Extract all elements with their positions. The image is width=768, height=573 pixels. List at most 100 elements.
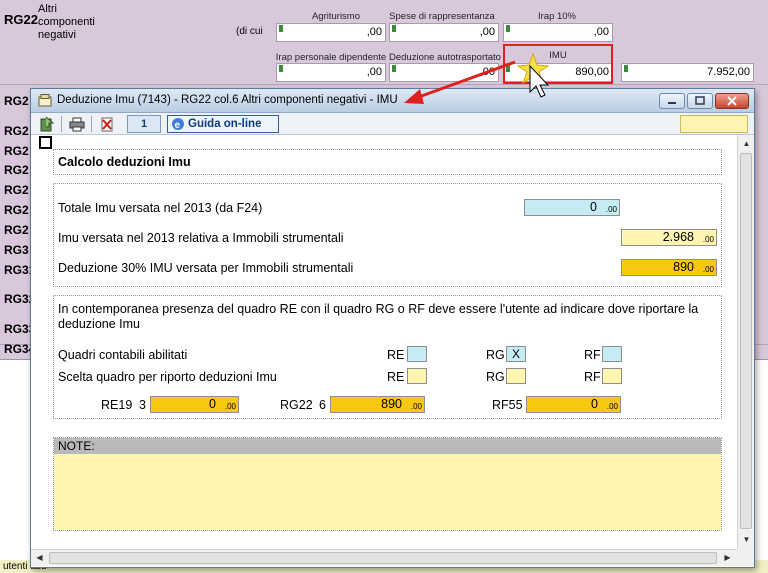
- scroll-right-icon[interactable]: ▶: [720, 550, 735, 565]
- row-code: RG2: [4, 124, 29, 138]
- dialog-titlebar[interactable]: Deduzione Imu (7143) - RG22 col.6 Altri …: [31, 89, 754, 113]
- guida-online-label: Guida on-line: [188, 118, 262, 130]
- scroll-left-icon[interactable]: ◀: [32, 550, 47, 565]
- row-code: RG2: [4, 94, 29, 108]
- browser-icon: e: [172, 118, 184, 131]
- field-decimals: .00: [702, 265, 714, 274]
- delete-icon[interactable]: [99, 116, 115, 132]
- page-number-field[interactable]: 1: [127, 115, 161, 133]
- rf55-field[interactable]: 0 .00: [526, 396, 621, 413]
- focus-marker-box: [39, 136, 52, 149]
- row-code: RG2: [4, 203, 29, 217]
- svg-text:e: e: [175, 120, 181, 131]
- irap-10-label: Irap 10%: [537, 11, 577, 22]
- irap-personale-label: Irap personale dipendente: [275, 52, 387, 63]
- rg22-field[interactable]: 890 .00: [330, 396, 425, 413]
- field-marker-icon: [392, 65, 396, 72]
- field-value: 0: [590, 200, 597, 214]
- app-icon: [38, 94, 52, 107]
- field-value: ,00: [593, 26, 609, 38]
- desc-line: componenti: [38, 16, 95, 28]
- re19-col: 3: [139, 398, 146, 412]
- spese-rappresentanza-field[interactable]: ,00: [389, 23, 499, 42]
- irap-personale-field[interactable]: ,00: [276, 63, 386, 82]
- quadri-rf-label: RF: [584, 348, 601, 362]
- field-value: ,00: [479, 66, 495, 78]
- quadri-rf-checkbox[interactable]: [602, 346, 622, 362]
- field-value: 0: [591, 397, 598, 411]
- desc-line: Altri: [38, 3, 57, 15]
- form-row-code: RG22: [4, 12, 38, 27]
- field-marker-icon: [279, 65, 283, 72]
- totale-imu-field[interactable]: 0 .00: [524, 199, 620, 216]
- field-marker-icon: [624, 65, 628, 72]
- maximize-button[interactable]: [687, 93, 713, 109]
- section-title: Calcolo deduzioni Imu: [58, 155, 191, 169]
- total-field[interactable]: 7.952,00: [621, 63, 754, 82]
- toolbar-yellow-field[interactable]: [680, 115, 748, 133]
- scelta-rf-checkbox[interactable]: [602, 368, 622, 384]
- quadri-rg-checkbox[interactable]: X: [506, 346, 526, 362]
- deduzione-imu-dialog: Deduzione Imu (7143) - RG22 col.6 Altri …: [30, 88, 755, 568]
- scelta-rg-checkbox[interactable]: [506, 368, 526, 384]
- close-icon: [727, 96, 737, 106]
- re19-field[interactable]: 0 .00: [150, 396, 239, 413]
- field-value: 890: [381, 397, 402, 411]
- imu-highlight-box: [503, 44, 613, 84]
- field-decimals: .00: [606, 402, 618, 411]
- vertical-scroll-thumb[interactable]: [740, 153, 752, 529]
- scelta-rg-label: RG: [486, 370, 505, 384]
- section-title-box: Calcolo deduzioni Imu: [53, 149, 722, 175]
- print-icon[interactable]: [69, 116, 85, 132]
- row-code: RG2: [4, 144, 29, 158]
- scelta-rf-label: RF: [584, 370, 601, 384]
- desc-line: negativi: [38, 29, 76, 41]
- irap-10-field[interactable]: ,00: [503, 23, 613, 42]
- row-code: RG2: [4, 183, 29, 197]
- dialog-toolbar: 1 e Guida on-line: [31, 113, 754, 135]
- field-decimals: .00: [410, 402, 422, 411]
- toolbar-separator: [91, 116, 92, 132]
- field-decimals: .00: [605, 205, 617, 214]
- total-value: 7.952: [707, 66, 735, 78]
- agriturismo-field[interactable]: ,00: [276, 23, 386, 42]
- rg22-col: 6: [319, 398, 326, 412]
- quadri-re-checkbox[interactable]: [407, 346, 427, 362]
- quadri-re-label: RE: [387, 348, 405, 362]
- vertical-scrollbar[interactable]: ▲ ▼: [737, 135, 754, 549]
- field-marker-icon: [392, 25, 396, 32]
- re19-label: RE19: [101, 398, 133, 412]
- horizontal-scrollbar[interactable]: ◀ ▶: [31, 549, 737, 566]
- section-riporto: In contemporanea presenza del quadro RE …: [53, 295, 722, 419]
- field-marker-icon: [279, 25, 283, 32]
- row-code: RG2: [4, 223, 29, 237]
- quadri-rg-label: RG: [486, 348, 505, 362]
- field-value: ,00: [479, 26, 495, 38]
- scelta-re-checkbox[interactable]: [407, 368, 427, 384]
- row-code: RG3: [4, 243, 29, 257]
- quadri-abilitati-label: Quadri contabili abilitati: [58, 348, 188, 362]
- horizontal-scroll-thumb[interactable]: [49, 552, 717, 564]
- field-decimals: .00: [224, 402, 236, 411]
- deduzione-30-field[interactable]: 890 .00: [621, 259, 717, 276]
- import-icon[interactable]: [39, 116, 55, 132]
- close-button[interactable]: [715, 93, 749, 109]
- minimize-button[interactable]: [659, 93, 685, 109]
- imu-strumentali-field[interactable]: 2.968 .00: [621, 229, 717, 246]
- notes-textarea[interactable]: [54, 454, 721, 530]
- rg22-label: RG22: [280, 398, 313, 412]
- deduzione-autotrasportatori-label: Deduzione autotrasportatori: [389, 52, 501, 63]
- resize-grip[interactable]: [737, 549, 754, 566]
- maximize-icon: [695, 96, 705, 105]
- di-cui-label: (di cui: [236, 26, 263, 37]
- total-decimals: ,00: [734, 66, 750, 78]
- agriturismo-label: Agriturismo: [311, 11, 361, 22]
- field-value: 2.968: [662, 230, 694, 244]
- notes-section: NOTE:: [53, 437, 722, 531]
- scroll-up-icon[interactable]: ▲: [739, 136, 754, 151]
- section-calcolo: Totale Imu versata nel 2013 (da F24) 0 .…: [53, 183, 722, 287]
- deduzione-autotrasportatori-field[interactable]: ,00: [389, 63, 499, 82]
- scroll-down-icon[interactable]: ▼: [739, 532, 754, 547]
- info-paragraph: In contemporanea presenza del quadro RE …: [58, 302, 699, 331]
- guida-online-button[interactable]: e Guida on-line: [167, 115, 279, 133]
